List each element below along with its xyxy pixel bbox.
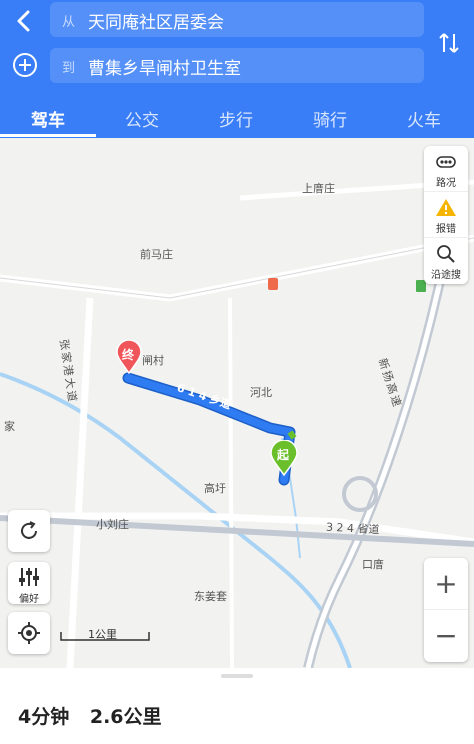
tab-transit[interactable]: 公交: [102, 106, 182, 131]
route-summary: 4分钟 2.6公里: [18, 702, 176, 729]
route-summary-sheet[interactable]: 4分钟 2.6公里: [0, 668, 474, 744]
destination-field[interactable]: 到 曹集乡旱闸村卫生室: [50, 48, 424, 83]
preference-icon: [19, 568, 39, 586]
tab-walk[interactable]: 步行: [196, 106, 276, 131]
mode-tabs: 驾车 公交 步行 骑行 火车: [0, 98, 474, 138]
end-marker-label: 终: [122, 348, 135, 362]
report-button[interactable]: 报错: [424, 192, 468, 238]
place-label: 口庴: [362, 558, 384, 571]
back-arrow-icon[interactable]: [8, 6, 40, 36]
tab-cycle[interactable]: 骑行: [290, 106, 370, 131]
warning-icon: [436, 199, 456, 216]
place-label: 闸村: [142, 354, 164, 367]
locate-icon: [18, 622, 40, 644]
route-header: 从 天同庵社区居委会 到 曹集乡旱闸村卫生室 驾车 公交 步行 骑行 火车: [0, 0, 474, 138]
refresh-icon: [21, 521, 37, 539]
map-view[interactable]: 上庴庄 前马庄 闸村 河北 高圩 小刘庄 口庴 东姜套 家 张家港大道 新扬高速…: [0, 138, 474, 668]
search-icon: [437, 245, 455, 263]
sheet-handle[interactable]: [221, 674, 253, 678]
report-label: 报错: [436, 224, 456, 235]
place-label: 高圩: [204, 482, 226, 495]
duration-text: 4分钟: [18, 706, 70, 728]
search-along-label: 沿途搜: [431, 270, 461, 281]
add-waypoint-icon[interactable]: [12, 52, 38, 78]
zoom-control: + −: [424, 558, 468, 662]
preference-button[interactable]: 偏好: [8, 562, 50, 605]
swap-icon[interactable]: [434, 28, 464, 58]
place-label: 家: [4, 420, 15, 433]
traffic-label: 路况: [436, 178, 456, 189]
origin-prefix: 从: [62, 15, 76, 30]
locate-button[interactable]: [8, 612, 50, 654]
refresh-button[interactable]: [8, 510, 50, 552]
scale-bar: 1公里: [60, 626, 150, 644]
place-label: 河北: [250, 386, 272, 399]
map-tools: 路况 报错 沿途搜: [424, 146, 468, 284]
origin-field[interactable]: 从 天同庵社区居委会: [50, 2, 424, 37]
zoom-out-button[interactable]: −: [424, 610, 468, 662]
zoom-in-button[interactable]: +: [424, 558, 468, 610]
destination-prefix: 到: [62, 61, 76, 76]
tab-train[interactable]: 火车: [384, 106, 464, 131]
start-marker-label: 起: [277, 448, 290, 462]
traffic-icon: [436, 156, 456, 168]
traffic-button[interactable]: 路况: [424, 146, 468, 192]
tab-drive[interactable]: 驾车: [8, 106, 88, 131]
destination-value: 曹集乡旱闸村卫生室: [88, 59, 241, 79]
origin-value: 天同庵社区居委会: [88, 13, 224, 33]
search-along-button[interactable]: 沿途搜: [424, 238, 468, 284]
place-label: 小刘庄: [96, 518, 129, 531]
scale-label: 1公里: [88, 628, 117, 641]
road-label: 3 2 4 省道: [325, 520, 380, 537]
place-label: 上庴庄: [302, 182, 335, 195]
place-label: 东姜套: [194, 590, 227, 603]
distance-text: 2.6公里: [89, 706, 162, 728]
preference-label: 偏好: [19, 594, 39, 605]
place-label: 前马庄: [140, 248, 173, 261]
active-tab-indicator: [0, 134, 96, 137]
